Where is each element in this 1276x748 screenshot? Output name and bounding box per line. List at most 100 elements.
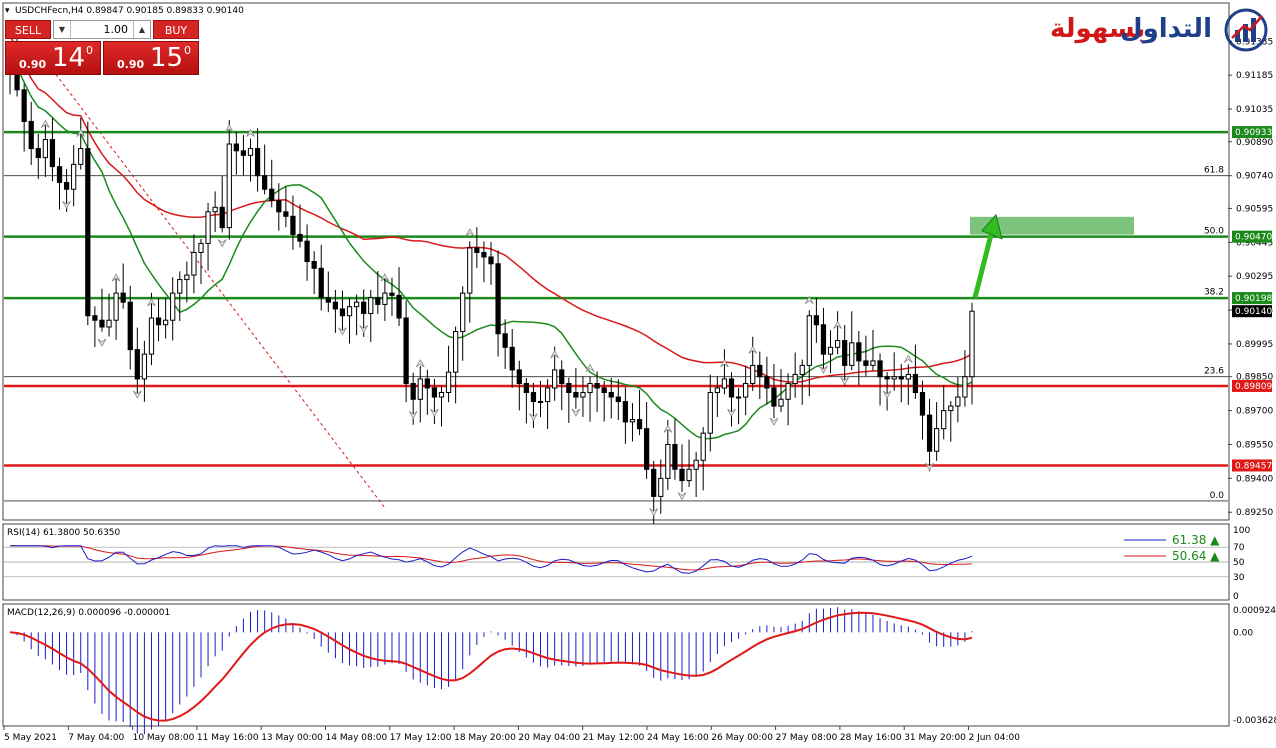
- bull-candle: [969, 310, 975, 378]
- time-tick-label: 13 May 00:00: [261, 733, 323, 743]
- bull-candle: [658, 477, 664, 497]
- bear-candle: [523, 382, 529, 394]
- bear-candle: [672, 443, 678, 470]
- bear-candle: [594, 382, 600, 389]
- price-tag-label: 0.89457: [1235, 461, 1272, 471]
- fib-label: 23.6: [1204, 367, 1224, 377]
- bear-candle: [516, 369, 522, 384]
- bull-candle: [686, 468, 692, 482]
- bull-candle: [714, 387, 720, 394]
- fib-label: 38.2: [1204, 288, 1224, 298]
- bear-candle: [28, 120, 34, 150]
- bull-candle: [891, 376, 897, 380]
- bear-candle: [127, 301, 133, 351]
- bull-candle: [353, 301, 360, 308]
- sell-quote[interactable]: 0.90 14 0: [5, 41, 101, 75]
- rsi-signal-line: [10, 545, 973, 571]
- bear-candle: [155, 317, 162, 326]
- bear-candle: [884, 376, 890, 380]
- bear-candle: [375, 297, 381, 305]
- bull-candle: [346, 306, 353, 317]
- bull-candle: [707, 392, 713, 434]
- bull-candle: [870, 360, 876, 366]
- time-tick-label: 5 May 2021: [4, 733, 57, 743]
- bear-candle: [233, 143, 239, 152]
- bear-candle: [56, 166, 63, 183]
- time-tick-label: 31 May 20:00: [904, 733, 966, 743]
- bear-candle: [919, 392, 926, 416]
- sell-quote-prefix: 0.90: [19, 58, 47, 71]
- price-chart[interactable]: 61.850.038.223.60.0 0.913350.911850.9103…: [0, 0, 1276, 748]
- price-tick-label: 0.90890: [1236, 138, 1273, 148]
- bear-candle: [842, 340, 848, 366]
- buy-quote[interactable]: 0.90 15 0: [103, 41, 199, 75]
- fib-label: 61.8: [1204, 166, 1224, 176]
- macd-layer: 0.000924 0.00 -0.003628: [9, 606, 1276, 735]
- bear-candle: [643, 428, 650, 470]
- lot-size-stepper[interactable]: ▼ 1.00 ▲: [53, 20, 151, 39]
- lot-size-value[interactable]: 1.00: [72, 21, 132, 38]
- bear-candle: [474, 247, 480, 253]
- price-tick-label: 0.90595: [1236, 204, 1273, 214]
- bull-candle: [247, 148, 254, 156]
- bear-candle: [99, 319, 105, 328]
- fibonacci-layer: 61.8 50.0 38.2 23.6 0.0: [4, 166, 1228, 502]
- bull-candle: [198, 242, 204, 253]
- bull-candle: [106, 319, 112, 328]
- buy-button[interactable]: BUY: [153, 20, 199, 39]
- main-header: USDCHFecn,H4 0.89847 0.90185 0.89833 0.9…: [15, 6, 244, 16]
- bull-candle: [42, 139, 48, 159]
- bull-candle: [368, 297, 374, 314]
- time-axis-layer: 5 May 2021 7 May 04:00 10 May 08:00 11 May …: [3, 726, 1020, 743]
- sell-quote-pips: 14: [52, 43, 86, 73]
- sell-button[interactable]: SELL: [5, 20, 51, 39]
- time-tick-label: 27 May 08:00: [776, 733, 838, 743]
- bear-candle: [813, 315, 820, 326]
- time-tick-label: 28 May 16:00: [840, 733, 902, 743]
- bear-candle: [608, 392, 614, 398]
- bear-candle: [262, 175, 268, 190]
- macd-header: MACD(12,26,9) 0.000096 -0.000001: [7, 608, 170, 618]
- bull-candle: [177, 279, 183, 294]
- bear-candle: [566, 382, 572, 394]
- bull-candle: [629, 419, 636, 423]
- bull-candle: [750, 364, 756, 384]
- bear-candle: [304, 240, 310, 262]
- rsi-layer: 100 70 50 30 0: [4, 526, 1250, 602]
- bear-candle: [898, 376, 904, 380]
- price-tag-label: 0.90140: [1235, 307, 1272, 317]
- bull-candle: [141, 353, 148, 380]
- bull-candle: [693, 459, 699, 470]
- bull-candle: [113, 292, 119, 321]
- bear-candle: [410, 382, 416, 400]
- lot-increase-icon[interactable]: ▲: [133, 21, 150, 38]
- buy-quote-fraction: 0: [184, 44, 191, 57]
- bear-candle: [325, 297, 331, 303]
- price-tag-label: 0.90198: [1235, 294, 1272, 304]
- bear-candle: [276, 200, 282, 213]
- logo-chart-icon: [1224, 8, 1268, 52]
- bear-candle: [403, 317, 409, 384]
- bear-candle: [615, 396, 621, 403]
- bear-candle: [502, 333, 508, 348]
- time-tick-label: 20 May 04:00: [518, 733, 580, 743]
- bull-candle: [580, 392, 586, 398]
- bear-candle: [926, 414, 933, 452]
- bear-candle: [283, 211, 289, 217]
- price-tick-label: 0.89400: [1236, 474, 1273, 484]
- lot-decrease-icon[interactable]: ▼: [54, 21, 71, 38]
- bear-candle: [361, 301, 367, 314]
- time-tick-label: 21 May 12:00: [583, 733, 645, 743]
- rsi-tick-label: 30: [1233, 573, 1245, 583]
- bull-candle: [955, 396, 961, 407]
- bull-candle: [537, 401, 544, 404]
- bear-candle: [254, 148, 261, 177]
- time-tick-label: 24 May 16:00: [647, 733, 709, 743]
- bear-candle: [297, 233, 303, 242]
- bull-candle: [799, 364, 805, 375]
- bear-candle: [651, 468, 657, 497]
- bull-candle: [948, 405, 954, 412]
- price-tick-label: 0.90740: [1236, 172, 1273, 182]
- bull-candle: [905, 373, 911, 380]
- macd-tick-label: 0.00: [1233, 628, 1253, 638]
